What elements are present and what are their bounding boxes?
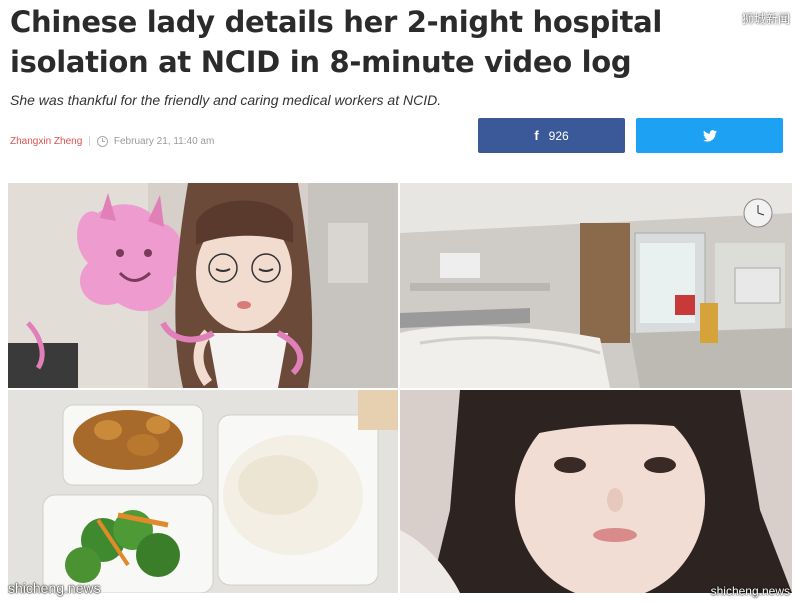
publish-date: February 21, 11:40 am xyxy=(113,136,215,147)
selfie-photo xyxy=(8,183,398,388)
meal-tray-photo xyxy=(8,390,398,593)
twitter-bird-icon xyxy=(702,129,717,142)
facebook-share-count: 926 xyxy=(548,128,569,143)
photo-collage xyxy=(8,183,792,593)
closeup-selfie-photo xyxy=(400,390,792,593)
watermark-bottom-left: shicheng.news xyxy=(8,580,101,596)
facebook-icon: f xyxy=(534,128,539,143)
article-subtitle: She was thankful for the friendly and ca… xyxy=(10,92,442,108)
author-link[interactable]: Zhangxin Zheng xyxy=(10,136,82,147)
watermark-bottom-right: shicheng.news xyxy=(710,584,790,598)
meal-tray-illustration xyxy=(8,390,398,593)
article-title: Chinese lady details her 2-night hospita… xyxy=(10,5,663,79)
selfie-illustration xyxy=(8,183,398,388)
clock-icon xyxy=(96,136,108,147)
hospital-room-illustration xyxy=(400,183,792,388)
hospital-room-photo xyxy=(400,183,792,388)
facebook-share-button[interactable]: f 926 xyxy=(478,118,625,153)
twitter-share-button[interactable] xyxy=(636,118,783,153)
watermark-top: 狮城新闻 xyxy=(741,12,790,26)
article-meta: Zhangxin Zheng | February 21, 11:40 am xyxy=(10,136,214,147)
meta-separator: | xyxy=(88,136,91,147)
closeup-selfie-illustration xyxy=(400,390,792,593)
